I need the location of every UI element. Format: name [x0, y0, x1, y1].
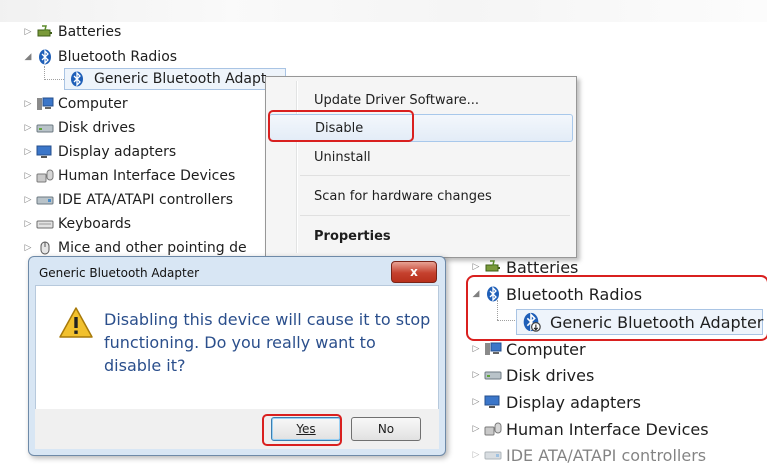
expand-arrow-icon[interactable]: ▷ — [470, 261, 482, 273]
dialog-message: Disabling this device will cause it to s… — [104, 310, 431, 375]
tree-node-hid[interactable]: ▷ Human Interface Devices — [22, 165, 236, 187]
dialog-title: Generic Bluetooth Adapter — [39, 266, 200, 280]
tree-node-display-adapters[interactable]: ▷ Display adapters — [470, 391, 641, 413]
close-icon: x — [410, 265, 418, 279]
tree-node-ide[interactable]: ▷ IDE ATA/ATAPI controllers — [470, 444, 707, 466]
tree-node-disk-drives[interactable]: ▷ Disk drives — [22, 117, 136, 139]
tree-connector — [44, 79, 64, 80]
tree-node-label: Disk drives — [506, 365, 595, 385]
mouse-icon — [40, 241, 50, 255]
battery-icon — [37, 25, 52, 37]
monitor-icon — [484, 395, 500, 408]
expand-arrow-icon[interactable]: ▷ — [22, 26, 34, 38]
menu-item-scan-hardware[interactable]: Scan for hardware changes — [269, 182, 573, 210]
tree-node-label: Batteries — [506, 257, 579, 277]
highlight-box-yes — [262, 414, 342, 446]
tree-node-keyboards[interactable]: ▷ Keyboards — [22, 213, 132, 235]
tree-node-label: Bluetooth Radios — [58, 49, 178, 65]
tree-node-label: Generic Bluetooth Adapt — [94, 71, 267, 87]
no-button-label: No — [377, 422, 395, 436]
computer-icon — [37, 97, 54, 110]
expand-arrow-icon[interactable]: ▷ — [470, 369, 482, 381]
tree-node-ide[interactable]: ▷ IDE ATA/ATAPI controllers — [22, 189, 234, 211]
expand-arrow-icon[interactable]: ▷ — [470, 423, 482, 435]
dialog-footer: Yes No — [35, 409, 439, 449]
menu-item-properties[interactable]: Properties — [269, 222, 573, 250]
menu-item-uninstall[interactable]: Uninstall — [269, 143, 573, 171]
tree-node-generic-bluetooth-adapter[interactable]: Generic Bluetooth Adapt — [68, 68, 266, 90]
tree-node-label: IDE ATA/ATAPI controllers — [506, 445, 707, 465]
tree-node-computer[interactable]: ▷ Computer — [470, 338, 586, 360]
highlight-box-bluetooth — [466, 275, 767, 341]
tree-node-label: Human Interface Devices — [58, 168, 236, 184]
monitor-icon — [36, 145, 52, 158]
expand-arrow-icon[interactable]: ▷ — [22, 218, 34, 230]
expand-arrow-icon[interactable]: ▷ — [470, 343, 482, 355]
expand-arrow-icon[interactable]: ▷ — [22, 122, 34, 134]
computer-icon — [485, 342, 502, 355]
tree-node-label: Display adapters — [506, 392, 642, 412]
expand-arrow-icon[interactable]: ▷ — [22, 146, 34, 158]
keyboard-icon — [36, 220, 54, 229]
menu-separator — [300, 175, 570, 176]
hid-icon — [36, 169, 54, 183]
tree-node-bluetooth-radios[interactable]: ◢ Bluetooth Radios — [22, 46, 178, 68]
expand-arrow-icon[interactable]: ▷ — [470, 396, 482, 408]
tree-node-label: Mice and other pointing de — [58, 240, 247, 256]
context-menu: Update Driver Software... Disable Uninst… — [265, 76, 577, 258]
disk-icon — [484, 371, 502, 380]
tree-node-disk-drives[interactable]: ▷ Disk drives — [470, 364, 595, 386]
expand-arrow-icon[interactable]: ▷ — [22, 98, 34, 110]
dialog-body: Disabling this device will cause it to s… — [35, 285, 439, 411]
collapse-arrow-icon[interactable]: ◢ — [22, 51, 34, 63]
tree-node-display-adapters[interactable]: ▷ Display adapters — [22, 141, 177, 163]
disk-icon — [36, 124, 54, 133]
expand-arrow-icon[interactable]: ▷ — [22, 194, 34, 206]
dialog-close-button[interactable]: x — [391, 261, 437, 283]
ide-icon — [36, 196, 54, 205]
ide-icon — [484, 451, 502, 460]
tree-node-label: Display adapters — [58, 144, 177, 160]
confirm-disable-dialog: Generic Bluetooth Adapter x Disabling th… — [28, 256, 446, 456]
bluetooth-icon — [71, 71, 83, 87]
expand-arrow-icon[interactable]: ▷ — [470, 449, 482, 461]
tree-node-label: Human Interface Devices — [506, 419, 709, 439]
tree-connector — [44, 66, 45, 80]
tree-node-batteries[interactable]: ▷ Batteries — [22, 21, 122, 43]
faded-background-band — [0, 0, 767, 22]
warning-icon — [59, 307, 93, 338]
tree-node-label: Disk drives — [58, 120, 136, 136]
expand-arrow-icon[interactable]: ▷ — [22, 170, 34, 182]
highlight-box-disable — [268, 110, 414, 142]
hid-icon — [484, 422, 502, 436]
tree-node-label: Computer — [58, 96, 128, 112]
menu-separator — [300, 215, 570, 216]
tree-node-hid[interactable]: ▷ Human Interface Devices — [470, 418, 709, 440]
bluetooth-icon — [39, 49, 51, 65]
tree-node-computer[interactable]: ▷ Computer — [22, 93, 128, 115]
no-button[interactable]: No — [351, 417, 421, 441]
battery-icon — [485, 260, 500, 272]
tree-node-label: Keyboards — [58, 216, 132, 232]
expand-arrow-icon[interactable]: ▷ — [22, 242, 34, 254]
tree-node-label: IDE ATA/ATAPI controllers — [58, 192, 234, 208]
tree-node-label: Computer — [506, 339, 586, 359]
tree-node-label: Batteries — [58, 24, 122, 40]
